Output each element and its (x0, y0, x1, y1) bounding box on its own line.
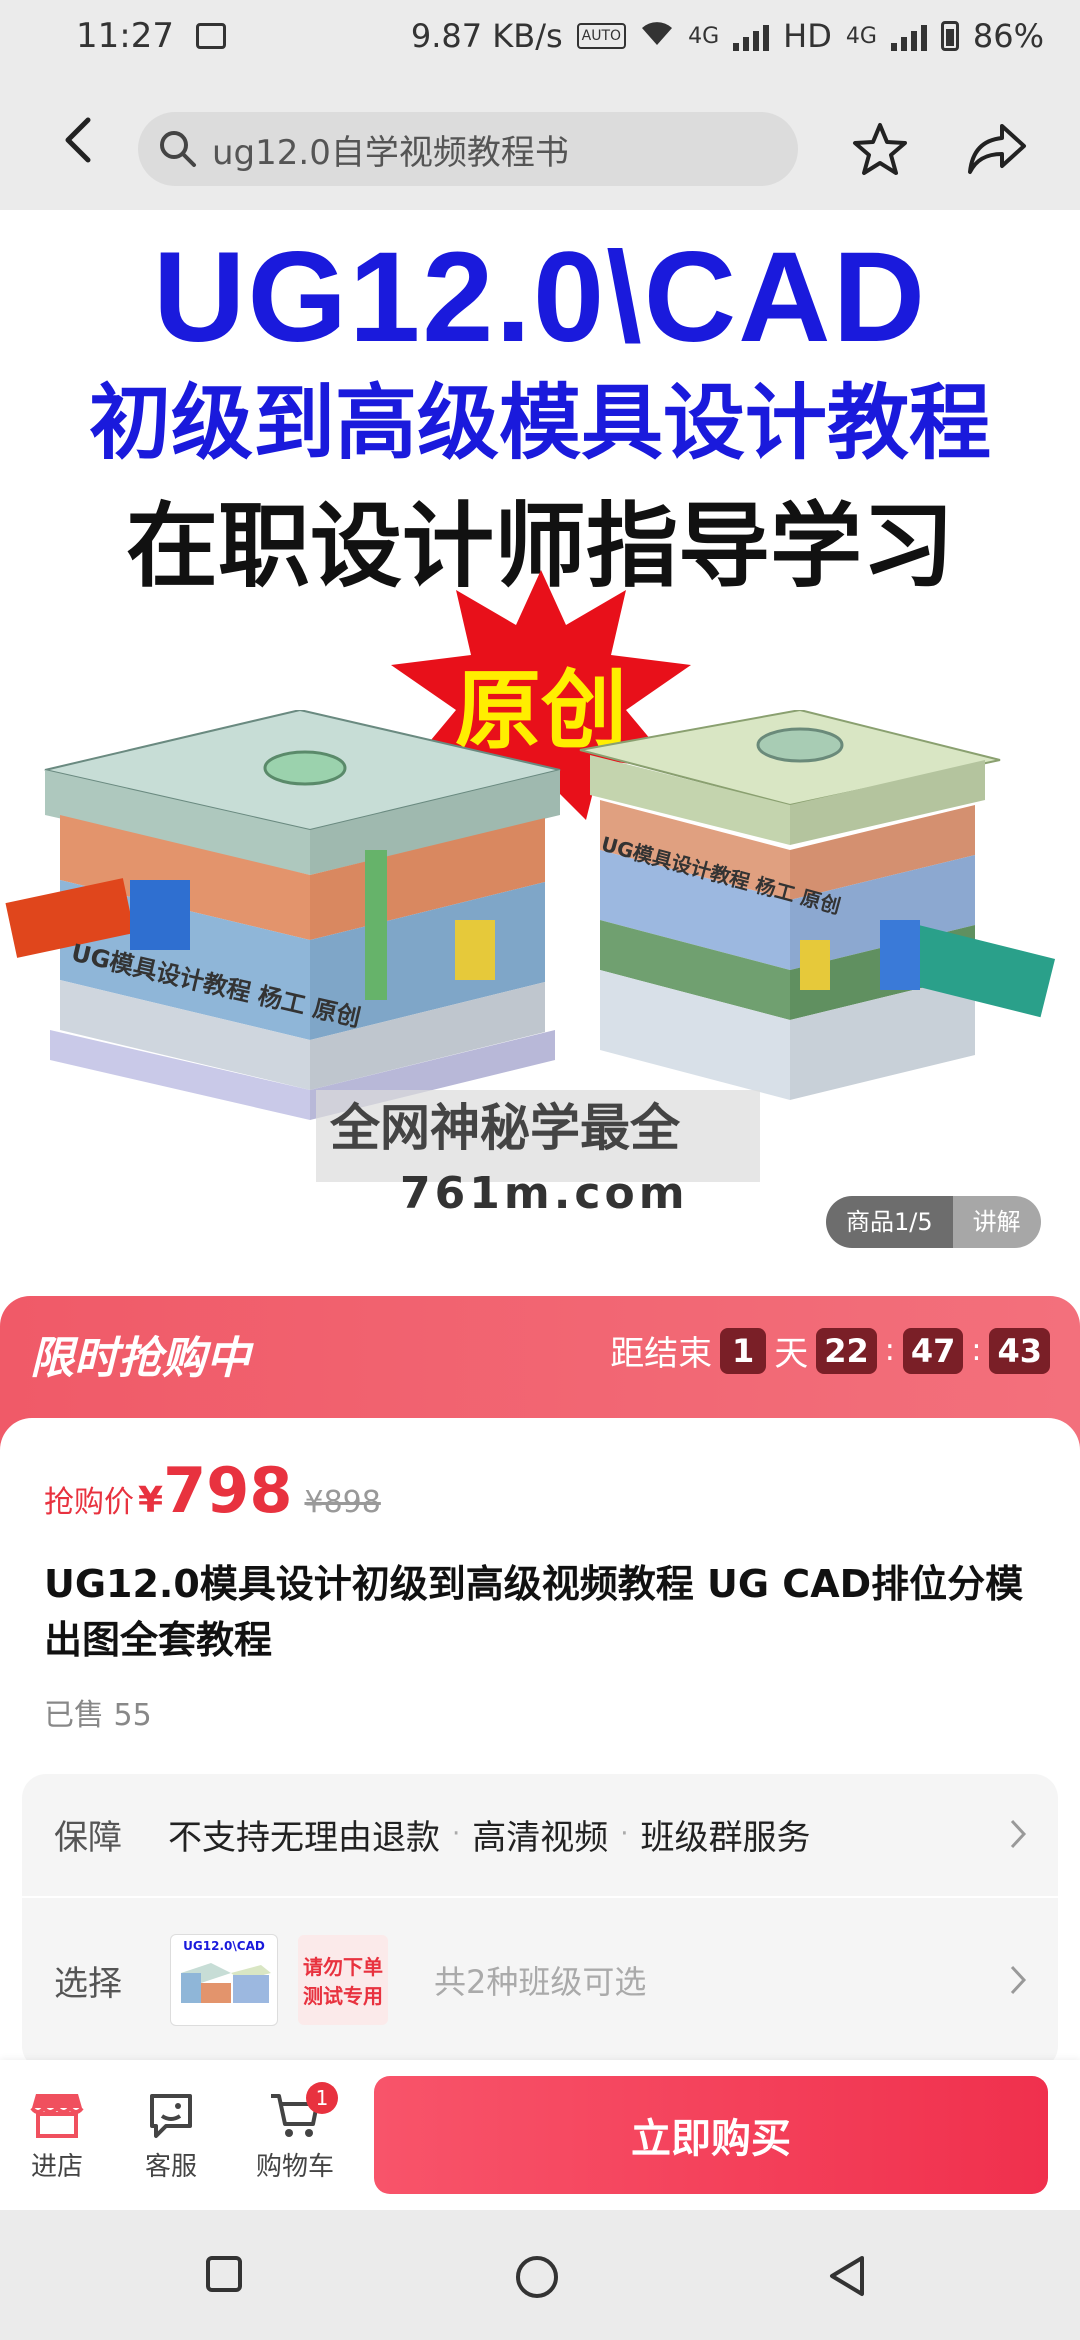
cart-button[interactable]: 购物车 1 (250, 2082, 340, 2183)
battery-level: 86% (972, 17, 1044, 55)
choose-hint: 共2种班级可选 (434, 1963, 647, 2001)
divider (22, 1896, 1058, 1898)
search-query: ug12.0自学视频教程书 (212, 132, 569, 173)
chevron-right-icon (1010, 1965, 1027, 1995)
store-icon (30, 2094, 84, 2138)
triangle-back-icon (830, 2256, 864, 2296)
cart-label: 购物车 (255, 2152, 334, 2182)
countdown-seconds: 43 (989, 1327, 1050, 1374)
cart-count-badge: 1 (306, 2082, 338, 2114)
search-box[interactable]: ug12.0自学视频教程书 (138, 112, 798, 186)
favorite-button[interactable] (850, 120, 910, 184)
search-icon (160, 131, 196, 167)
guarantee-item: 不支持无理由退款 (168, 1817, 440, 1858)
auto-hz-icon: AUTO (576, 23, 627, 49)
original-price: ¥898 (304, 1485, 381, 1520)
countdown-day-unit: 天 (774, 1334, 809, 1374)
currency-symbol: ¥ (138, 1480, 164, 1521)
option-thumbnail[interactable]: UG12.0\CAD (170, 1934, 278, 2026)
choose-label: 选择 (54, 1963, 122, 2004)
sold-count: 已售 55 (44, 1698, 152, 1733)
flash-sale-title: 限时抢购中 (30, 1333, 250, 1384)
choose-row[interactable]: 选择 UG12.0\CAD 请勿下单 测试专用 共2种班级可选 (22, 1920, 1058, 2040)
separator-dot: · (452, 1819, 461, 1849)
network-speed: 9.87 KB/s (410, 17, 563, 55)
hd-label: HD (783, 17, 832, 55)
bottom-action-bar: 进店 客服 购物车 1 立即购买 (0, 2060, 1080, 2210)
option-thumbnail-2[interactable]: 请勿下单 测试专用 (298, 1935, 388, 2025)
customer-service-button[interactable]: 客服 (126, 2090, 216, 2183)
guarantee-item: 班级群服务 (640, 1817, 811, 1858)
circle-icon (516, 2256, 558, 2298)
watermark-line2: 761m.com (400, 1168, 689, 1219)
home-button[interactable] (514, 2254, 560, 2304)
hero-title-line2: 初级到高级模具设计教程 (88, 376, 991, 471)
price-row: 抢购价 ¥ 798 ¥898 (44, 1454, 381, 1527)
wifi-icon (640, 17, 674, 55)
countdown-label: 距结束 (610, 1334, 713, 1374)
system-back-button[interactable] (826, 2254, 868, 2302)
countdown-minutes: 47 (902, 1327, 964, 1374)
thumb2-line1: 请勿下单 (303, 1955, 383, 1979)
gallery-icon (196, 23, 226, 49)
status-bar: 11:27 9.87 KB/s AUTO 4G HD 4G 86% (0, 0, 1080, 72)
sale-price: 798 (163, 1454, 293, 1527)
recents-button[interactable] (204, 2254, 244, 2298)
countdown-separator: : (884, 1333, 895, 1368)
back-button[interactable] (50, 112, 106, 168)
buy-now-button[interactable]: 立即购买 (374, 2076, 1048, 2194)
product-image[interactable]: UG12.0\CAD 初级到高级模具设计教程 在职设计师指导学习 原创 UG模具… (0, 210, 1080, 1290)
status-time: 11:27 (76, 16, 174, 56)
price-label: 抢购价 (44, 1485, 134, 1520)
guarantee-label: 保障 (54, 1817, 122, 1858)
countdown-days: 1 (720, 1327, 767, 1374)
customer-service-label: 客服 (144, 2152, 197, 2182)
network-type-1: 4G (688, 23, 720, 49)
store-button[interactable]: 进店 (12, 2090, 102, 2183)
image-pill: 商品1/5 讲解 (826, 1196, 1041, 1248)
chevron-right-icon (1010, 1819, 1027, 1849)
share-button[interactable] (966, 120, 1028, 180)
countdown-separator: : (971, 1333, 982, 1368)
guarantee-row[interactable]: 保障 不支持无理由退款 · 高清视频 · 班级群服务 (22, 1774, 1058, 1894)
square-icon (206, 2256, 242, 2292)
network-type-2: 4G (845, 23, 877, 49)
thumb2-line2: 测试专用 (303, 1984, 383, 2008)
image-counter[interactable]: 商品1/5 (826, 1196, 953, 1248)
product-title: UG12.0模具设计初级到高级视频教程 UG CAD排位分模出图全套教程 (44, 1562, 1024, 1662)
services-card: 保障 不支持无理由退款 · 高清视频 · 班级群服务 选择 UG12.0\CAD… (22, 1774, 1058, 2070)
system-nav-bar (0, 2210, 1080, 2340)
guarantee-item: 高清视频 (472, 1817, 609, 1858)
guarantee-items: 不支持无理由退款 · 高清视频 · 班级群服务 (168, 1810, 811, 1859)
separator-dot: · (620, 1819, 629, 1849)
explain-button[interactable]: 讲解 (952, 1196, 1041, 1248)
hero-title-line1: UG12.0\CAD (153, 226, 927, 369)
signal-2-icon (890, 21, 927, 51)
chat-icon (150, 2094, 192, 2138)
back-arrow-icon (65, 117, 91, 163)
countdown-hours: 22 (816, 1327, 877, 1374)
thumb-title: UG12.0\CAD (183, 1939, 265, 1953)
store-label: 进店 (30, 2152, 83, 2182)
countdown: 距结束 1 天 22 : 47 : 43 (610, 1326, 1050, 1375)
status-indicators: 9.87 KB/s AUTO 4G HD 4G 86% (411, 0, 1044, 72)
battery-icon (940, 21, 959, 51)
star-icon (853, 123, 907, 175)
top-nav: ug12.0自学视频教程书 (0, 72, 1080, 210)
watermark-line1: 全网神秘学最全 (330, 1099, 680, 1157)
share-icon (968, 124, 1026, 174)
signal-1-icon (733, 21, 770, 51)
